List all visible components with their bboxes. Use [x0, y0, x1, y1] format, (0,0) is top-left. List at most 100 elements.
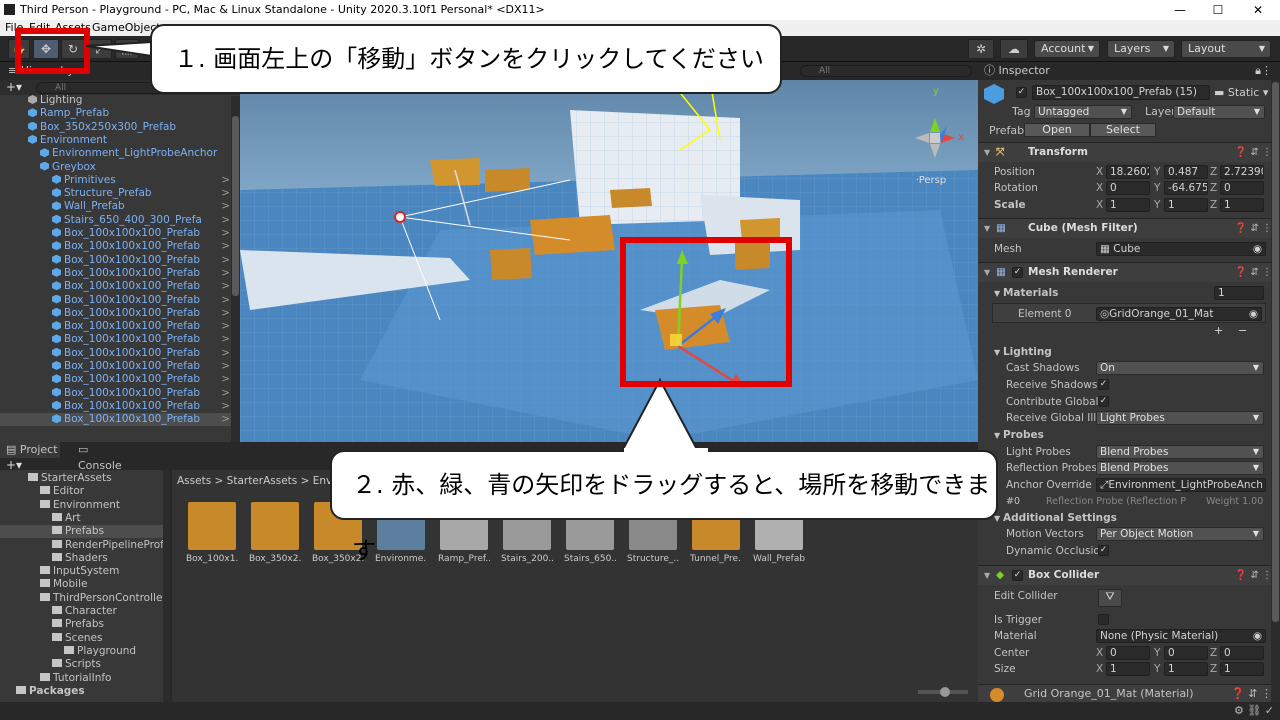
- expand-arrow-icon[interactable]: >: [221, 254, 230, 267]
- expand-arrow-icon[interactable]: >: [221, 214, 230, 227]
- hierarchy-item[interactable]: Box_100x100x100_Prefab >: [0, 240, 240, 253]
- hierarchy-item[interactable]: Stairs_650_400_300_Prefa >: [0, 214, 240, 227]
- hierarchy-item[interactable]: Box_100x100x100_Prefab >: [0, 267, 240, 280]
- light-probes-dropdown[interactable]: Blend Probes ▼: [1096, 445, 1264, 459]
- hierarchy-item[interactable]: Box_100x100x100_Prefab >: [0, 294, 240, 307]
- reflection-probes-dropdown[interactable]: Blend Probes ▼: [1096, 461, 1264, 475]
- folder-item[interactable]: Environment: [0, 499, 170, 512]
- hierarchy-item[interactable]: Environment: [0, 134, 240, 147]
- hierarchy-item[interactable]: Ramp_Prefab: [0, 107, 240, 120]
- hierarchy-item[interactable]: Structure_Prefab >: [0, 187, 240, 200]
- expand-arrow-icon[interactable]: >: [221, 200, 230, 213]
- hierarchy-item[interactable]: Lighting: [0, 94, 240, 107]
- zoom-slider[interactable]: [918, 687, 968, 697]
- size-z-field[interactable]: 1: [1220, 662, 1264, 676]
- hierarchy-item[interactable]: Box_100x100x100_Prefab >: [0, 333, 240, 346]
- edit-collider-button[interactable]: ⛛: [1098, 589, 1122, 607]
- component-menu-icon[interactable]: ❓ ⇵ ⋮: [1231, 685, 1272, 702]
- collider-material-field[interactable]: None (Physic Material) ◉: [1096, 629, 1266, 643]
- hierarchy-item[interactable]: Box_100x100x100_Prefab >: [0, 347, 240, 360]
- layer-dropdown[interactable]: Default ▼: [1173, 105, 1265, 119]
- close-button[interactable]: ✕: [1238, 0, 1278, 20]
- size-y-field[interactable]: 1: [1164, 662, 1208, 676]
- rotation-y-field[interactable]: -64.675: [1164, 181, 1208, 195]
- contribute-gi-checkbox[interactable]: ✓: [1098, 396, 1109, 407]
- tab-console[interactable]: ▭ Console: [72, 442, 132, 472]
- expand-arrow-icon[interactable]: >: [221, 373, 230, 386]
- component-menu-icon[interactable]: ❓ ⇵ ⋮: [1235, 219, 1272, 238]
- rect-tool-button[interactable]: ⬚: [115, 39, 139, 59]
- scene-view[interactable]: All y x ⸱Persp: [240, 62, 978, 442]
- component-menu-icon[interactable]: ❓ ⇵ ⋮: [1235, 143, 1272, 162]
- mesh-filter-header[interactable]: ▼ ▦ Cube (Mesh Filter) ❓ ⇵ ⋮: [978, 218, 1280, 238]
- folder-item[interactable]: Playground: [0, 645, 170, 658]
- prefab-open-button[interactable]: Open: [1024, 123, 1090, 137]
- prefab-select-button[interactable]: Select: [1090, 123, 1156, 137]
- expand-arrow-icon[interactable]: >: [221, 267, 230, 280]
- expand-arrow-icon[interactable]: >: [221, 187, 230, 200]
- inspector-tab[interactable]: ⓘ Inspector 🔒︎⋮: [978, 62, 1280, 80]
- folder-item[interactable]: Prefabs: [0, 618, 170, 631]
- box-collider-enabled-checkbox[interactable]: ✓: [1012, 570, 1023, 581]
- center-x-field[interactable]: 0: [1106, 646, 1150, 660]
- anchor-override-field[interactable]: ⤢Environment_LightProbeAnch: [1096, 478, 1266, 492]
- hierarchy-item[interactable]: Greybox: [0, 161, 240, 174]
- expand-arrow-icon[interactable]: >: [221, 320, 230, 333]
- account-dropdown[interactable]: Account ▼: [1034, 40, 1100, 58]
- breadcrumb-starterassets[interactable]: StarterAssets: [227, 475, 298, 487]
- size-x-field[interactable]: 1: [1106, 662, 1150, 676]
- expand-arrow-icon[interactable]: >: [221, 333, 230, 346]
- folder-item[interactable]: Editor: [0, 485, 170, 498]
- expand-arrow-icon[interactable]: >: [221, 400, 230, 413]
- hierarchy-item[interactable]: Box_100x100x100_Prefab >: [0, 400, 240, 413]
- dynamic-occlusion-checkbox[interactable]: ✓: [1098, 545, 1109, 556]
- static-toggle[interactable]: ▬ Static ▾: [1214, 85, 1274, 100]
- mesh-renderer-enabled-checkbox[interactable]: ✓: [1012, 267, 1023, 278]
- expand-arrow-icon[interactable]: >: [221, 240, 230, 253]
- receive-gi-dropdown[interactable]: Light Probes ▼: [1096, 411, 1264, 425]
- tag-dropdown[interactable]: Untagged ▼: [1034, 105, 1132, 119]
- folder-item[interactable]: ThirdPersonController: [0, 592, 170, 605]
- expand-arrow-icon[interactable]: >: [221, 280, 230, 293]
- expand-arrow-icon[interactable]: >: [221, 387, 230, 400]
- transform-header[interactable]: ▼ ⤧ Transform ❓ ⇵ ⋮: [978, 142, 1280, 162]
- element0-field[interactable]: ◎GridOrange_01_Mat ◉: [1096, 307, 1262, 321]
- expand-arrow-icon[interactable]: >: [221, 227, 230, 240]
- object-name-field[interactable]: Box_100x100x100_Prefab (15): [1032, 85, 1210, 100]
- folder-item[interactable]: Prefabs: [0, 525, 170, 539]
- expand-arrow-icon[interactable]: >: [221, 307, 230, 320]
- services-button[interactable]: ✲: [968, 39, 994, 59]
- hierarchy-item[interactable]: Box_100x100x100_Prefab >: [0, 373, 240, 386]
- center-z-field[interactable]: 0: [1220, 646, 1264, 660]
- expand-arrow-icon[interactable]: >: [221, 413, 230, 426]
- folder-item[interactable]: Packages: [0, 685, 170, 698]
- folder-item[interactable]: Shaders: [0, 552, 170, 565]
- project-tree-scrollbar[interactable]: [163, 470, 170, 702]
- rotation-z-field[interactable]: 0: [1220, 181, 1264, 195]
- motion-vectors-dropdown[interactable]: Per Object Motion ▼: [1096, 527, 1264, 541]
- tab-project[interactable]: ▤ Project: [0, 442, 60, 458]
- position-x-field[interactable]: 18.2602: [1106, 165, 1150, 179]
- hierarchy-item[interactable]: Box_350x250x300_Prefab: [0, 121, 240, 134]
- folder-item[interactable]: Scenes: [0, 632, 170, 645]
- hierarchy-item[interactable]: Primitives >: [0, 174, 240, 187]
- folder-item[interactable]: Mobile: [0, 578, 170, 591]
- scene-search-input[interactable]: All: [800, 65, 972, 77]
- remove-material-button[interactable]: −: [1238, 324, 1247, 337]
- hierarchy-item[interactable]: Box_100x100x100_Prefab >: [0, 227, 240, 240]
- maximize-button[interactable]: ☐: [1198, 0, 1238, 20]
- material-footer[interactable]: Grid Orange_01_Mat (Material) ❓ ⇵ ⋮: [978, 684, 1280, 702]
- persp-label[interactable]: ⸱Persp: [916, 172, 946, 186]
- folder-item[interactable]: TutorialInfo: [0, 672, 170, 685]
- inspector-scrollbar[interactable]: [1271, 80, 1280, 702]
- hierarchy-scrollbar[interactable]: [231, 96, 240, 442]
- lock-icon[interactable]: 🔒︎⋮: [1255, 62, 1272, 80]
- breadcrumb-assets[interactable]: Assets: [177, 475, 211, 487]
- folder-item[interactable]: RenderPipelineProfil: [0, 539, 170, 552]
- folder-item[interactable]: Art: [0, 512, 170, 525]
- rotation-x-field[interactable]: 0: [1106, 181, 1150, 195]
- materials-count-field[interactable]: 1: [1214, 286, 1264, 300]
- add-icon[interactable]: +▾: [6, 80, 22, 94]
- active-checkbox[interactable]: ✓: [1016, 87, 1027, 98]
- cloud-button[interactable]: ☁: [1000, 39, 1028, 59]
